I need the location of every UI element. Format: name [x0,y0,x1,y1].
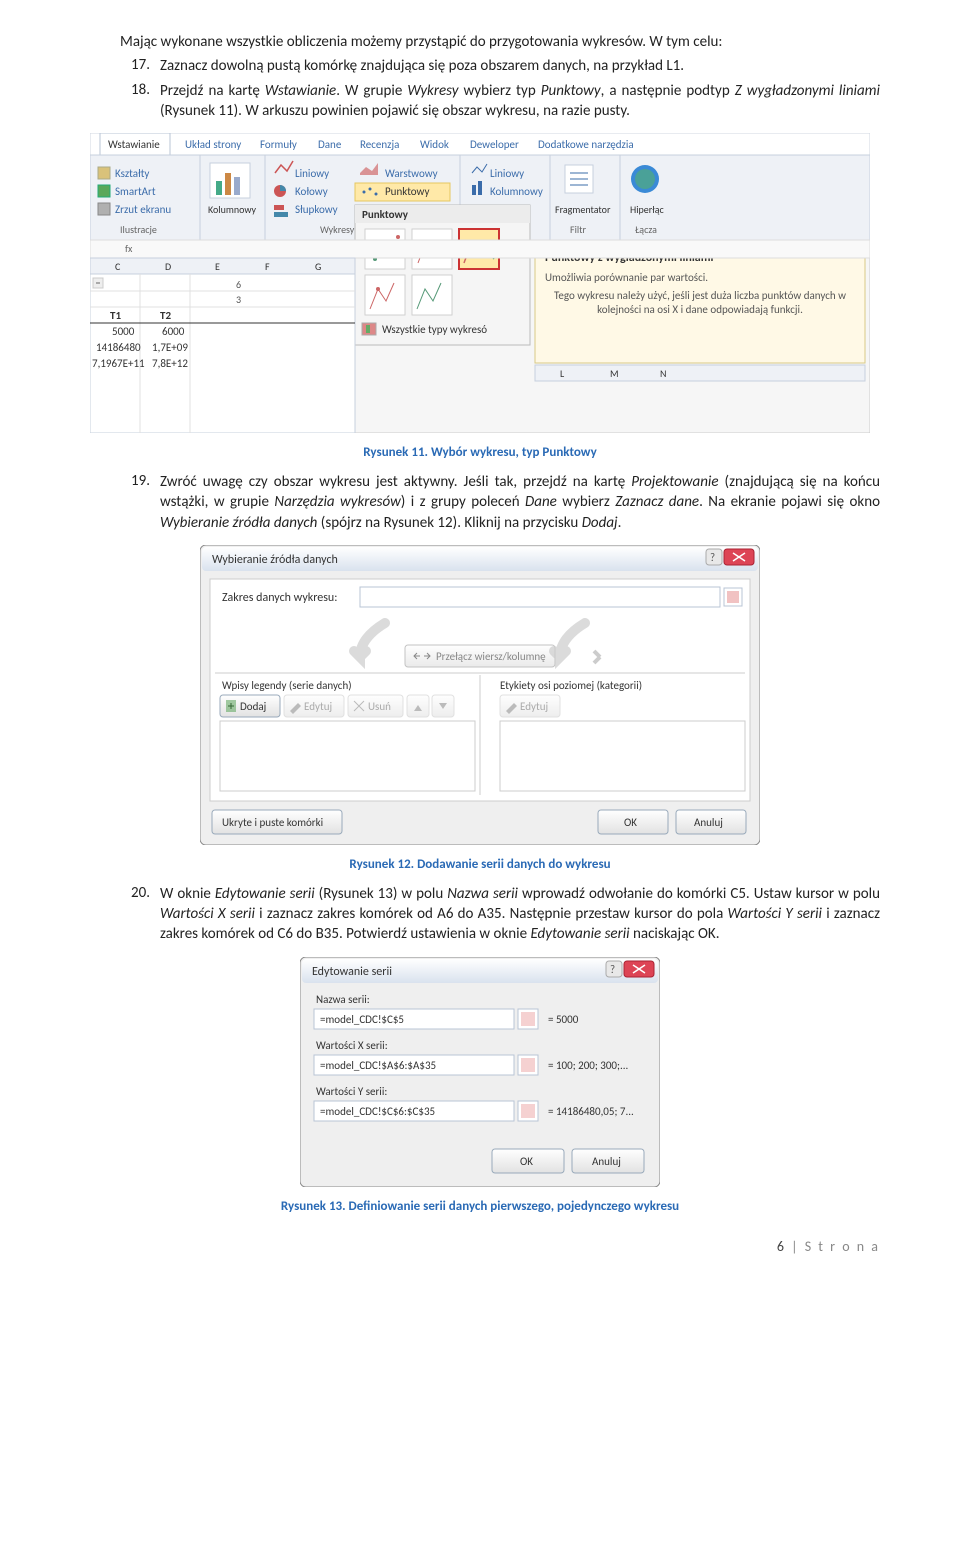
svg-text:Deweloper: Deweloper [470,138,519,151]
svg-text:T2: T2 [160,309,171,322]
svg-text:Punktowy: Punktowy [362,208,409,221]
svg-text:Umożliwia porównanie par warto: Umożliwia porównanie par wartości. [545,271,708,284]
svg-text:Słupkowy: Słupkowy [295,203,338,216]
item-number: 19. [80,472,160,533]
svg-text:Ilustracje: Ilustracje [120,223,157,236]
item-content: Zwróć uwagę czy obszar wykresu jest akty… [160,472,880,533]
svg-text:Liniowy: Liniowy [490,167,524,180]
svg-text:Punktowy: Punktowy [385,185,429,198]
svg-text:Widok: Widok [420,138,449,151]
svg-text:SmartArt: SmartArt [115,185,156,198]
intro-paragraph: Mając wykonane wszystkie obliczenia może… [80,32,880,52]
figure-13: Edytowanie serii ? Nazwa serii: =model_C… [80,957,880,1187]
svg-text:Wybieranie źródła danych: Wybieranie źródła danych [212,553,338,567]
svg-text:Warstwowy: Warstwowy [385,167,438,180]
svg-text:Recenzja: Recenzja [360,138,399,151]
svg-text:=model_CDC!$C$6:$C$35: =model_CDC!$C$6:$C$35 [320,1105,435,1118]
svg-text:OK: OK [624,816,637,829]
svg-text:Liniowy: Liniowy [295,167,329,180]
svg-text:Wstawianie: Wstawianie [108,138,160,151]
figure-12: Wybieranie źródła danych ? Zakres danych… [80,545,880,845]
svg-text:G: G [315,260,321,273]
page-footer: 6 | S t r o n a [80,1238,880,1255]
svg-text:Kształty: Kształty [115,167,149,180]
svg-text:Edytowanie serii: Edytowanie serii [312,965,392,979]
svg-text:Kołowy: Kołowy [295,185,328,198]
item-content: W oknie Edytowanie serii (Rysunek 13) w … [160,884,880,945]
list-item-18: 18. Przejdź na kartę Wstawianie. W grupi… [80,81,880,122]
svg-text:C: C [115,260,121,273]
svg-text:Wpisy legendy (serie danych): Wpisy legendy (serie danych) [222,679,352,692]
svg-text:T1: T1 [110,309,121,322]
svg-text:?: ? [710,551,715,564]
svg-text:Filtr: Filtr [570,223,587,236]
caption-13: Rysunek 13. Definiowanie serii danych pi… [80,1199,880,1214]
svg-text:fx: fx [125,242,133,255]
svg-text:Przełącz wiersz/kolumnę: Przełącz wiersz/kolumnę [436,650,546,663]
svg-text:Fragmentator: Fragmentator [555,203,611,216]
svg-text:Wszystkie typy wykresó: Wszystkie typy wykresó [382,323,487,336]
svg-text:14186480: 14186480 [96,341,141,354]
item-content: Zaznacz dowolną pustą komórkę znajdująca… [160,56,880,76]
svg-text:6: 6 [236,278,241,291]
svg-text:Wartości X serii:: Wartości X serii: [316,1039,388,1052]
svg-text:Formuły: Formuły [260,138,297,151]
svg-text:Dane: Dane [318,138,342,151]
svg-text:Anuluj: Anuluj [592,1155,621,1168]
svg-text:Wykresy: Wykresy [320,223,355,236]
svg-text:E: E [215,260,220,273]
svg-text:Etykiety osi poziomej (kategor: Etykiety osi poziomej (kategorii) [500,679,642,692]
svg-text:Kolumnowy: Kolumnowy [208,203,257,216]
svg-text:6000: 6000 [162,325,185,338]
svg-text:1,7E+09: 1,7E+09 [152,341,188,354]
svg-text:Hiperłąc: Hiperłąc [630,203,665,216]
svg-text:D: D [165,260,171,273]
svg-text:Edytuj: Edytuj [304,700,332,713]
list-item-19: 19. Zwróć uwagę czy obszar wykresu jest … [80,472,880,533]
caption-12: Rysunek 12. Dodawanie serii danych do wy… [80,857,880,872]
item-number: 17. [80,56,160,76]
figure-11: Wstawianie Układ strony Formuły Dane Rec… [80,133,880,433]
item-number: 20. [80,884,160,945]
svg-text:Zrzut ekranu: Zrzut ekranu [115,203,171,216]
item-number: 18. [80,81,160,122]
svg-text:Łącza: Łącza [635,223,657,236]
caption-11: Rysunek 11. Wybór wykresu, typ Punktowy [80,445,880,460]
svg-text:= 100; 200; 300;...: = 100; 200; 300;... [548,1059,628,1072]
svg-text:5000: 5000 [112,325,135,338]
svg-text:F: F [265,260,270,273]
list-item-20: 20. W oknie Edytowanie serii (Rysunek 13… [80,884,880,945]
svg-text:Dodatkowe narzędzia: Dodatkowe narzędzia [538,138,634,151]
svg-text:Usuń: Usuń [368,700,391,713]
svg-text:=model_CDC!$A$6:$A$35: =model_CDC!$A$6:$A$35 [320,1059,436,1072]
list-item-17: 17. Zaznacz dowolną pustą komórkę znajdu… [80,56,880,76]
svg-text:N: N [660,367,666,380]
svg-text:= 5000: = 5000 [548,1013,579,1026]
svg-text:Nazwa serii:: Nazwa serii: [316,993,370,1006]
svg-text:7,8E+12: 7,8E+12 [152,357,188,370]
svg-text:= 14186480,05; 7...: = 14186480,05; 7... [548,1105,634,1118]
svg-text:Kolumnowy: Kolumnowy [490,185,543,198]
svg-text:OK: OK [520,1155,533,1168]
svg-text:Edytuj: Edytuj [520,700,548,713]
svg-text:3: 3 [236,293,241,306]
svg-text:7,1967E+11: 7,1967E+11 [92,357,145,370]
svg-text:=model_CDC!$C$5: =model_CDC!$C$5 [320,1013,404,1026]
svg-text:Dodaj: Dodaj [240,700,267,713]
item-content: Przejdź na kartę Wstawianie. W grupie Wy… [160,81,880,122]
svg-text:M: M [610,367,619,380]
svg-text:Układ strony: Układ strony [185,138,241,151]
svg-text:Ukryte i puste komórki: Ukryte i puste komórki [222,816,323,829]
svg-text:Zakres danych wykresu:: Zakres danych wykresu: [222,591,337,605]
svg-text:Wartości Y serii:: Wartości Y serii: [316,1085,387,1098]
svg-text:?: ? [610,963,615,976]
svg-text:Anuluj: Anuluj [694,816,723,829]
